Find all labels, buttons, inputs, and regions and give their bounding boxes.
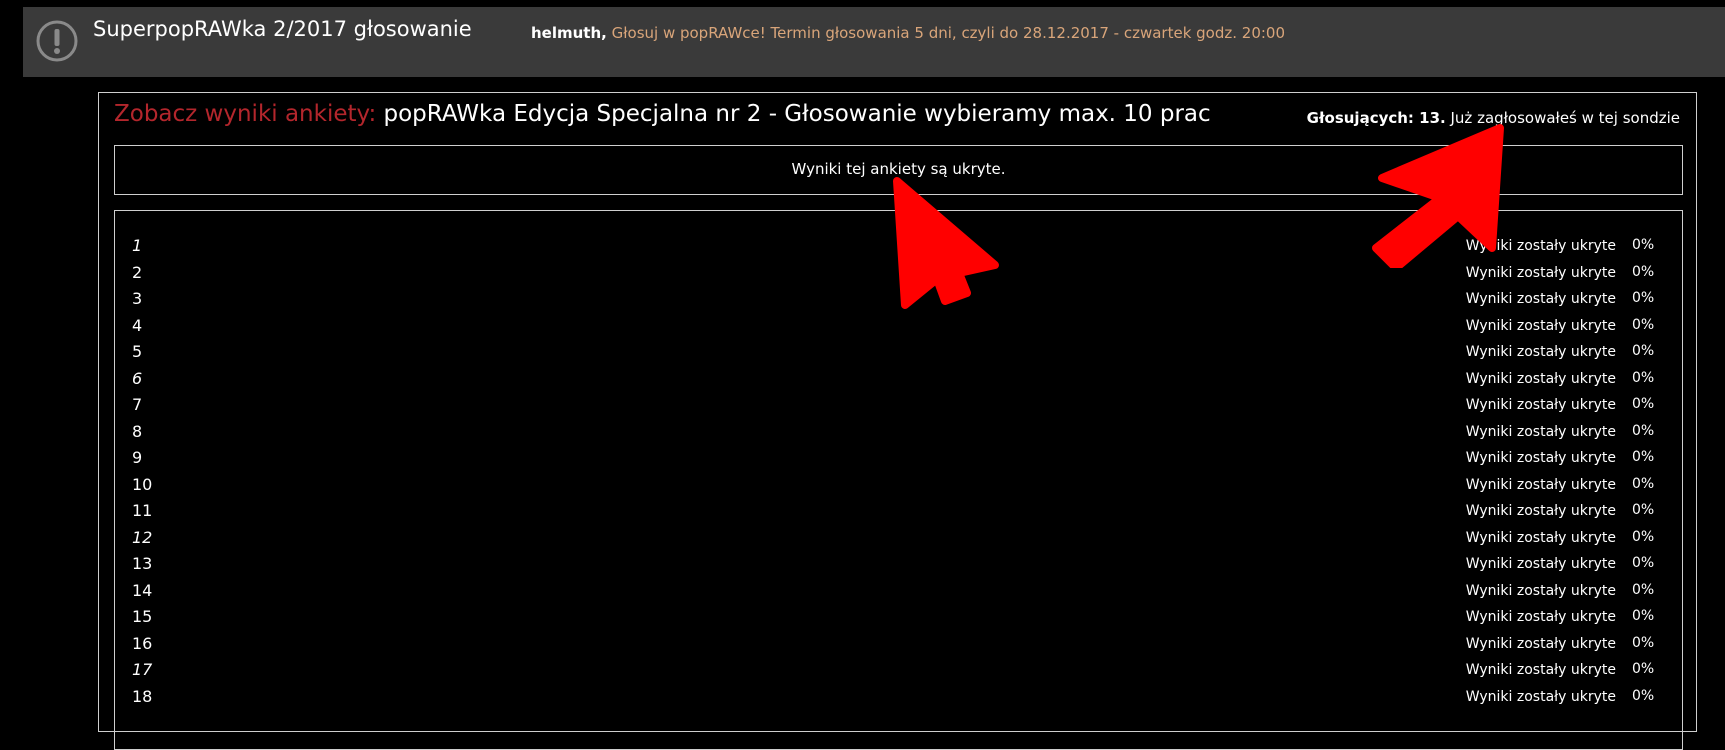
notice-message-text: Głosuj w popRAWce! Termin głosowania 5 d… [606, 24, 1286, 42]
notice-user[interactable]: helmuth, [531, 24, 607, 42]
poll-option-percent: 0% [1632, 475, 1655, 492]
poll-option-percent: 0% [1632, 634, 1655, 651]
poll-option-result: Wyniki zostały ukryte [1465, 503, 1616, 519]
poll-option-row: 15 Wyniki zostały ukryte 0% [132, 607, 1662, 631]
poll-option-label: 18 [132, 686, 153, 706]
poll-option-label: 6 [132, 368, 143, 388]
poll-option-label: 5 [132, 342, 143, 361]
poll-option-result: Wyniki zostały ukryte [1465, 291, 1616, 307]
poll-results-prefix: Zobacz wyniki ankiety: [114, 101, 377, 127]
poll-option-label: 9 [132, 448, 143, 467]
poll-option-label: 2 [132, 262, 143, 282]
poll-option-percent: 0% [1632, 449, 1655, 465]
poll-option-row: 17 Wyniki zostały ukryte 0% [132, 660, 1662, 684]
poll-option-result: Wyniki zostały ukryte [1465, 476, 1616, 493]
poll-option-row: 3 Wyniki zostały ukryte 0% [132, 289, 1662, 313]
poll-option-row: 6 Wyniki zostały ukryte 0% [132, 369, 1662, 393]
poll-option-percent: 0% [1632, 237, 1655, 253]
poll-option-percent: 0% [1632, 661, 1655, 677]
poll-option-percent: 0% [1632, 687, 1655, 704]
poll-option-percent: 0% [1632, 502, 1655, 518]
poll-options-list: 1 Wyniki zostały ukryte 0% 2 Wyniki zostały … [114, 210, 1683, 750]
poll-option-row: 2 Wyniki zostały ukryte 0% [132, 263, 1662, 287]
poll-option-result: Wyniki zostały ukryte [1465, 344, 1616, 360]
poll-option-row: 13 Wyniki zostały ukryte 0% [132, 554, 1662, 578]
poll-option-label: 10 [132, 474, 153, 494]
poll-option-percent: 0% [1632, 528, 1655, 545]
voters-count: Głosujących: 13. [1306, 109, 1446, 127]
poll-option-percent: 0% [1632, 369, 1655, 386]
poll-option-percent: 0% [1632, 263, 1655, 280]
poll-option-row: 14 Wyniki zostały ukryte 0% [132, 581, 1662, 605]
voted-status: Już zagłosowałeś w tej sondzie [1445, 109, 1681, 127]
poll-option-percent: 0% [1632, 316, 1655, 333]
poll-option-result: Wyniki zostały ukryte [1465, 609, 1616, 625]
poll-option-label: 12 [132, 527, 153, 547]
poll-option-result: Wyniki zostały ukryte [1465, 582, 1616, 599]
poll-option-percent: 0% [1632, 422, 1655, 439]
hidden-results-text: Wyniki tej ankiety są ukryte. [791, 160, 1006, 178]
poll-panel: Zobacz wyniki ankiety: popRAWka Edycja S… [98, 92, 1697, 750]
poll-option-result: Wyniki zostały ukryte [1465, 264, 1616, 281]
poll-option-row: 7 Wyniki zostały ukryte 0% [132, 395, 1662, 419]
poll-option-percent: 0% [1632, 608, 1655, 624]
notice-message: helmuth, Głosuj w popRAWce! Termin głoso… [531, 24, 1285, 42]
poll-option-row: 8 Wyniki zostały ukryte 0% [132, 422, 1662, 446]
poll-option-result: Wyniki zostały ukryte [1465, 238, 1616, 254]
poll-option-result: Wyniki zostały ukryte [1465, 688, 1616, 705]
poll-option-percent: 0% [1632, 581, 1655, 598]
poll-option-label: 8 [132, 421, 143, 441]
poll-option-row: 10 Wyniki zostały ukryte 0% [132, 475, 1662, 499]
poll-option-result: Wyniki zostały ukryte [1465, 662, 1616, 678]
poll-question: popRAWka Edycja Specjalna nr 2 - Głosowa… [383, 101, 1211, 127]
poll-option-label: 4 [132, 315, 143, 335]
notice-bar: SuperpopRAWka 2/2017 głosowanie helmuth,… [23, 7, 1725, 77]
poll-option-label: 15 [132, 607, 153, 626]
hidden-results-notice: Wyniki tej ankiety są ukryte. [114, 145, 1683, 195]
poll-option-result: Wyniki zostały ukryte [1465, 370, 1616, 387]
poll-option-result: Wyniki zostały ukryte [1465, 397, 1616, 413]
poll-option-label: 13 [132, 554, 153, 573]
poll-option-row: 12 Wyniki zostały ukryte 0% [132, 528, 1662, 552]
poll-option-label: 14 [132, 580, 153, 600]
poll-option-label: 11 [132, 501, 153, 520]
poll-option-row: 9 Wyniki zostały ukryte 0% [132, 448, 1662, 472]
poll-option-result: Wyniki zostały ukryte [1465, 450, 1616, 466]
poll-option-percent: 0% [1632, 343, 1655, 359]
poll-option-result: Wyniki zostały ukryte [1465, 556, 1616, 572]
poll-option-result: Wyniki zostały ukryte [1465, 423, 1616, 440]
exclamation-circle-icon [36, 20, 78, 62]
poll-option-row: 1 Wyniki zostały ukryte 0% [132, 236, 1662, 260]
poll-option-label: 7 [132, 395, 143, 414]
poll-option-row: 5 Wyniki zostały ukryte 0% [132, 342, 1662, 366]
poll-option-row: 11 Wyniki zostały ukryte 0% [132, 501, 1662, 525]
poll-option-result: Wyniki zostały ukryte [1465, 317, 1616, 334]
poll-option-percent: 0% [1632, 290, 1655, 306]
poll-option-label: 3 [132, 289, 143, 308]
poll-header: Zobacz wyniki ankiety: popRAWka Edycja S… [114, 101, 1211, 127]
poll-option-row: 16 Wyniki zostały ukryte 0% [132, 634, 1662, 658]
poll-option-result: Wyniki zostały ukryte [1465, 529, 1616, 546]
poll-option-label: 16 [132, 633, 153, 653]
notice-title: SuperpopRAWka 2/2017 głosowanie [93, 17, 472, 41]
poll-option-result: Wyniki zostały ukryte [1465, 635, 1616, 652]
poll-option-label: 1 [132, 236, 143, 255]
poll-option-row: 4 Wyniki zostały ukryte 0% [132, 316, 1662, 340]
poll-option-percent: 0% [1632, 555, 1655, 571]
poll-option-label: 17 [132, 660, 153, 679]
poll-option-percent: 0% [1632, 396, 1655, 412]
voters-info: Głosujących: 13. Już zagłosowałeś w tej … [1307, 109, 1680, 127]
